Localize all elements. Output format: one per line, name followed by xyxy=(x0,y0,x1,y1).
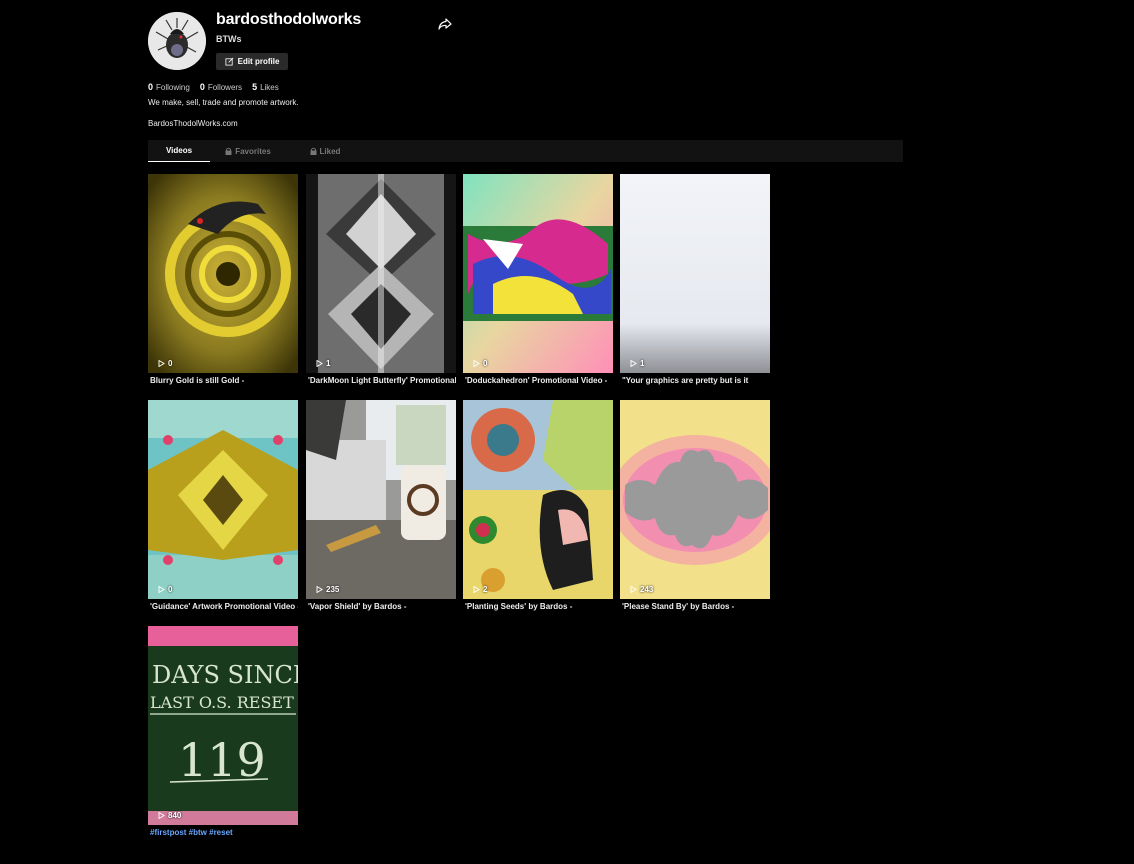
following-count[interactable]: 0 Following xyxy=(148,82,190,92)
view-count-value: 0 xyxy=(168,585,173,594)
video-card-planting-seeds[interactable]: 2 xyxy=(463,400,613,599)
video-card-blurry-gold[interactable]: 0 xyxy=(148,174,298,373)
likes-number: 5 xyxy=(252,82,258,92)
video-caption[interactable]: Blurry Gold is still Gold - xyxy=(148,376,298,385)
tab-liked[interactable]: Liked xyxy=(300,140,350,162)
play-icon xyxy=(630,360,637,367)
likes-label: Likes xyxy=(260,83,279,92)
video-thumbnail xyxy=(620,174,770,373)
view-count-value: 235 xyxy=(326,585,340,594)
view-count: 243 xyxy=(630,585,653,594)
view-count: 840 xyxy=(158,811,181,820)
profile-link[interactable]: BardosThodolWorks.com xyxy=(148,119,238,128)
video-caption[interactable]: 'Please Stand By' by Bardos - xyxy=(620,602,770,611)
tab-favorites[interactable]: Favorites xyxy=(220,140,276,162)
share-button[interactable] xyxy=(437,16,453,32)
profile-tabs: Videos Favorites Liked xyxy=(148,140,903,162)
play-icon xyxy=(316,360,323,367)
following-label: Following xyxy=(156,83,190,92)
avatar[interactable] xyxy=(148,12,206,70)
followers-number: 0 xyxy=(199,82,205,92)
view-count: 1 xyxy=(316,359,330,368)
tab-favorites-label: Favorites xyxy=(235,146,271,156)
profile-bio: We make, sell, trade and promote artwork… xyxy=(148,98,299,107)
view-count: 0 xyxy=(158,585,172,594)
play-icon xyxy=(158,812,165,819)
view-count-value: 0 xyxy=(168,359,173,368)
dragon-logo-icon xyxy=(148,12,206,70)
tab-liked-label: Liked xyxy=(319,146,341,156)
video-card-firstpost[interactable]: DAYS SINCE LAST O.S. RESET 119 840 xyxy=(148,626,298,825)
profile-stats: 0 Following 0 Followers 5 Likes xyxy=(148,82,279,92)
edit-profile-label: Edit profile xyxy=(237,57,280,66)
view-count-value: 2 xyxy=(483,585,488,594)
view-count: 235 xyxy=(316,585,339,594)
play-icon xyxy=(630,586,637,593)
chalk-line-1: DAYS SINCE xyxy=(152,661,298,689)
video-thumbnail xyxy=(148,400,298,599)
video-thumbnail xyxy=(463,174,613,373)
video-caption[interactable]: 'Vapor Shield' by Bardos - xyxy=(306,602,456,611)
play-icon xyxy=(473,360,480,367)
video-caption-hashtags[interactable]: #firstpost #btw #reset xyxy=(148,828,298,837)
share-icon xyxy=(438,18,452,30)
video-thumbnail xyxy=(620,400,770,599)
video-card-please-stand-by[interactable]: 243 xyxy=(620,400,770,599)
view-count: 2 xyxy=(473,585,487,594)
video-thumbnail: DAYS SINCE LAST O.S. RESET 119 xyxy=(148,626,298,825)
video-card-guidance[interactable]: 0 xyxy=(148,400,298,599)
video-card-vapor-shield[interactable]: 235 xyxy=(306,400,456,599)
edit-icon xyxy=(225,57,234,66)
view-count-value: 1 xyxy=(326,359,331,368)
video-caption[interactable]: 'Guidance' Artwork Promotional Video - xyxy=(148,602,298,611)
view-count: 0 xyxy=(473,359,487,368)
profile-username: bardosthodolworks xyxy=(216,11,362,28)
view-count-value: 1 xyxy=(640,359,645,368)
video-thumbnail xyxy=(148,174,298,373)
following-number: 0 xyxy=(148,82,154,92)
video-caption[interactable]: 'Planting Seeds' by Bardos - xyxy=(463,602,613,611)
play-icon xyxy=(473,586,480,593)
video-caption[interactable]: 'DarkMoon Light Butterfly' Promotional xyxy=(306,376,456,385)
tab-videos-label: Videos xyxy=(165,146,193,155)
profile-nickname: BTWs xyxy=(216,34,242,44)
view-count-value: 0 xyxy=(483,359,488,368)
play-icon xyxy=(316,586,323,593)
likes-count: 5 Likes xyxy=(252,82,279,92)
lock-icon xyxy=(225,147,232,155)
view-count: 0 xyxy=(158,359,172,368)
view-count-value: 840 xyxy=(168,811,182,820)
video-caption[interactable]: "Your graphics are pretty but is it xyxy=(620,376,770,385)
lock-icon xyxy=(310,147,317,155)
video-card-your-graphics[interactable]: 1 xyxy=(620,174,770,373)
video-caption[interactable]: 'Doduckahedron' Promotional Video - xyxy=(463,376,613,385)
edit-profile-button[interactable]: Edit profile xyxy=(216,53,288,70)
chalk-line-2: LAST O.S. RESET xyxy=(150,693,294,712)
tab-videos[interactable]: Videos xyxy=(148,140,210,162)
video-thumbnail xyxy=(306,174,456,373)
video-thumbnail xyxy=(306,400,456,599)
view-count: 1 xyxy=(630,359,644,368)
play-icon xyxy=(158,360,165,367)
followers-label: Followers xyxy=(207,83,243,92)
video-card-doduckahedron[interactable]: 0 xyxy=(463,174,613,373)
play-icon xyxy=(158,586,165,593)
video-thumbnail xyxy=(463,400,613,599)
view-count-value: 243 xyxy=(640,585,654,594)
video-card-darkmoon[interactable]: 1 xyxy=(306,174,456,373)
followers-count[interactable]: 0 Followers xyxy=(200,82,242,92)
